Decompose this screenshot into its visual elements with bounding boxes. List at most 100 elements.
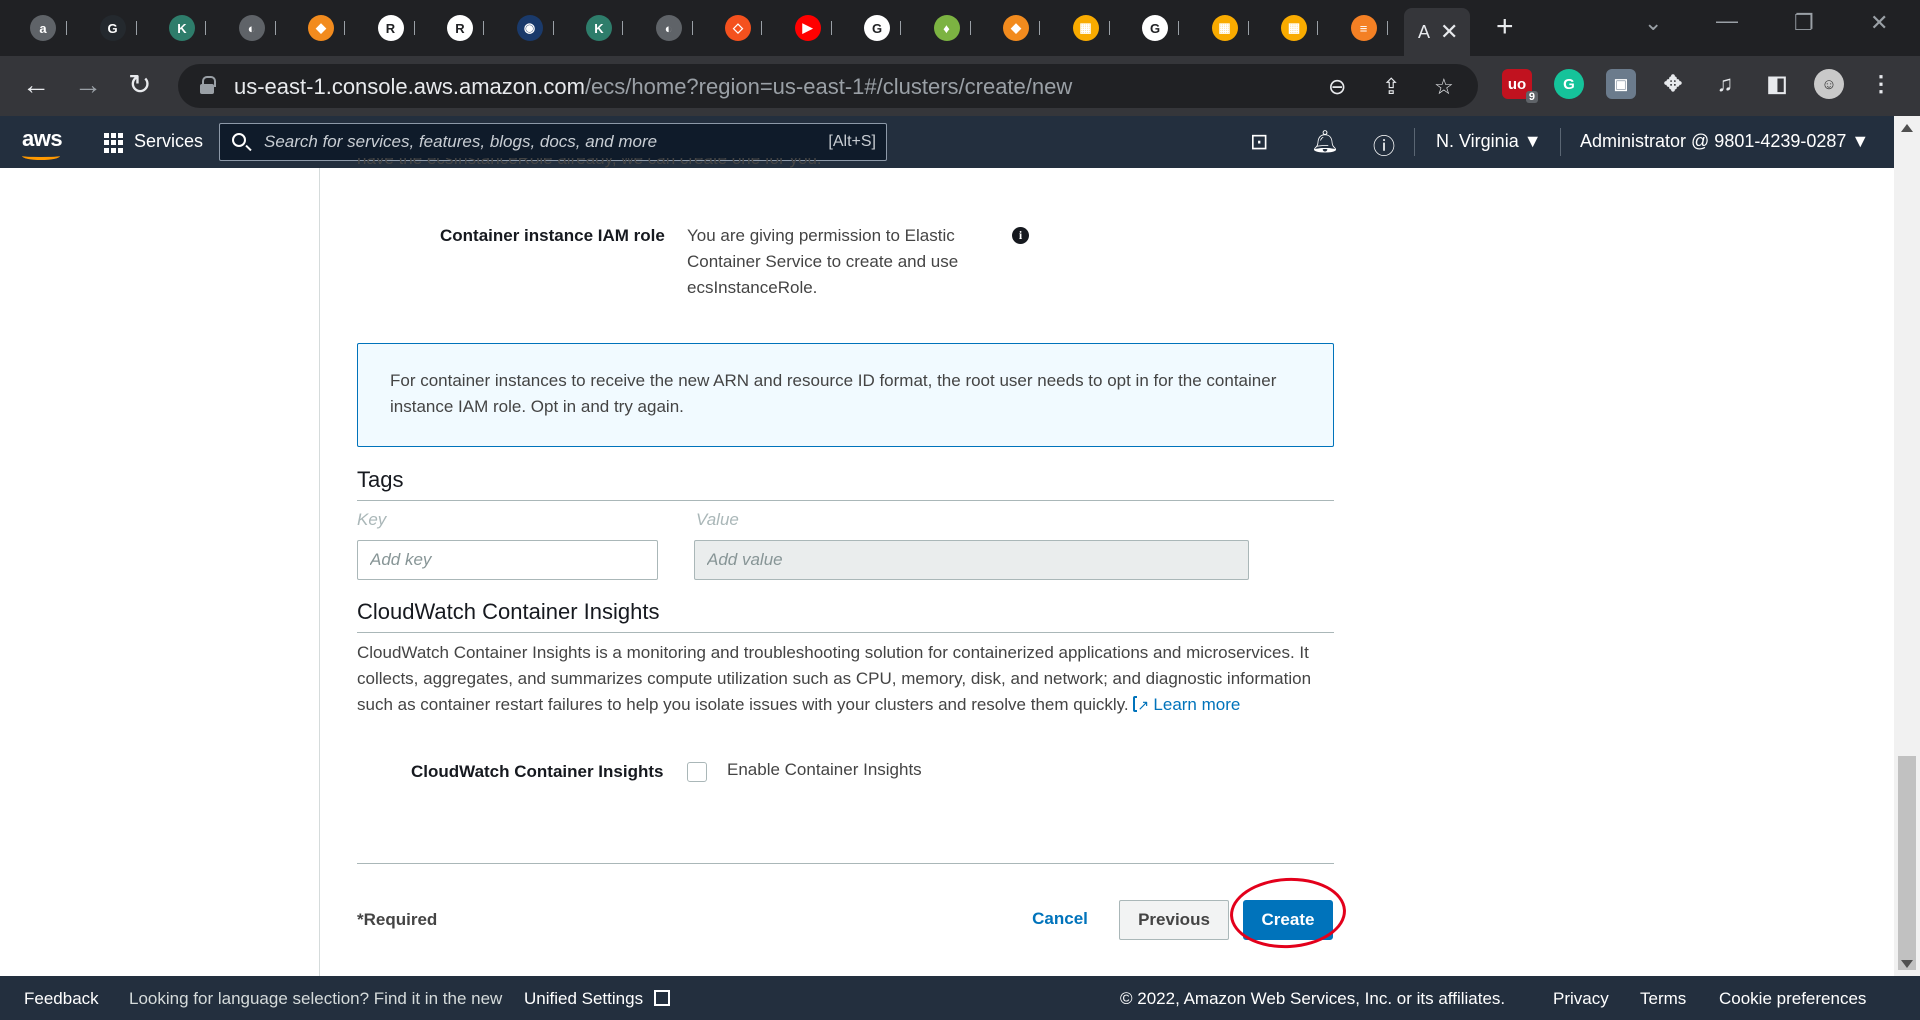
back-icon[interactable]: ← bbox=[22, 70, 50, 100]
new-tab-button[interactable]: + bbox=[1496, 10, 1514, 44]
browser-tab[interactable]: ▶ bbox=[781, 12, 847, 44]
close-tab-icon[interactable]: ✕ bbox=[1440, 19, 1458, 45]
search-input[interactable] bbox=[264, 130, 764, 154]
learn-more-link[interactable]: Learn more bbox=[1153, 695, 1240, 714]
tab-favicon-icon: G bbox=[864, 15, 890, 41]
tab-favicon-icon: R bbox=[447, 15, 473, 41]
browser-tab[interactable]: G bbox=[86, 12, 152, 44]
services-menu[interactable]: Services bbox=[134, 131, 203, 152]
grammarly-icon[interactable]: G bbox=[1554, 69, 1584, 99]
tag-key-label: Key bbox=[357, 510, 387, 529]
reload-icon[interactable]: ↻ bbox=[128, 70, 151, 100]
share-icon[interactable]: ⇪ bbox=[1382, 74, 1400, 100]
profile-avatar[interactable]: ☺ bbox=[1814, 69, 1844, 99]
browser-tab[interactable]: ◇ bbox=[711, 12, 777, 44]
tab-favicon-icon: R bbox=[377, 15, 404, 41]
extension-icon[interactable]: ▣ bbox=[1606, 69, 1636, 99]
zoom-icon[interactable]: ⊖ bbox=[1328, 74, 1346, 100]
active-tab[interactable]: A ✕ bbox=[1404, 8, 1470, 56]
scroll-up-icon[interactable] bbox=[1901, 124, 1913, 132]
puzzle-icon[interactable]: ✥ bbox=[1658, 69, 1688, 99]
external-link-icon bbox=[1133, 692, 1150, 718]
browser-toolbar: ← → ↻ us-east-1.console.aws.amazon.com/e… bbox=[0, 56, 1920, 116]
insights-field-label: CloudWatch Container Insights bbox=[411, 762, 664, 781]
cancel-button[interactable]: Cancel bbox=[1020, 900, 1100, 938]
insights-divider bbox=[357, 632, 1334, 633]
browser-tab[interactable]: ◐ bbox=[225, 12, 291, 44]
help-icon[interactable]: ⓘ bbox=[1373, 129, 1395, 161]
enable-insights-label[interactable]: Enable Container Insights bbox=[727, 757, 922, 783]
minimize-icon[interactable]: — bbox=[1716, 8, 1738, 34]
lock-icon[interactable] bbox=[200, 76, 216, 94]
browser-tab[interactable]: R bbox=[364, 12, 430, 44]
scroll-down-icon[interactable] bbox=[1901, 960, 1913, 968]
browser-tab[interactable]: G bbox=[1128, 12, 1194, 44]
tab-search-icon[interactable]: ⌄ bbox=[1644, 10, 1662, 36]
browser-tab[interactable]: ▦ bbox=[1198, 12, 1264, 44]
insights-description: CloudWatch Container Insights is a monit… bbox=[357, 640, 1337, 718]
aws-logo[interactable]: aws bbox=[22, 126, 63, 160]
cloudshell-icon[interactable]: ⊡ bbox=[1250, 129, 1268, 155]
media-control-icon[interactable]: ♫ bbox=[1710, 69, 1740, 99]
tab-favicon-icon: ◆ bbox=[1003, 15, 1029, 41]
services-grid-icon[interactable] bbox=[104, 133, 124, 153]
forward-icon[interactable]: → bbox=[74, 70, 102, 100]
privacy-link[interactable]: Privacy bbox=[1553, 989, 1609, 1009]
browser-tab[interactable]: ◆ bbox=[989, 12, 1055, 44]
enable-insights-checkbox[interactable] bbox=[687, 762, 707, 782]
tab-favicon-icon: ◇ bbox=[725, 15, 751, 41]
browser-tab[interactable]: a bbox=[16, 12, 82, 44]
info-icon[interactable]: i bbox=[1012, 227, 1029, 244]
form-footer-divider bbox=[357, 863, 1334, 864]
browser-tab[interactable]: G bbox=[850, 12, 916, 44]
create-button[interactable]: Create bbox=[1243, 900, 1333, 940]
unified-settings-link[interactable]: Unified Settings bbox=[524, 989, 643, 1009]
tab-favicon-icon: ≡ bbox=[1350, 15, 1377, 41]
side-panel-icon[interactable]: ◧ bbox=[1762, 69, 1792, 99]
browser-tab[interactable]: R bbox=[433, 12, 499, 44]
tag-key-input[interactable] bbox=[357, 540, 658, 580]
browser-tab-strip: a G K ◐ ◆ R R ◉ K ◐ ◇ ▶ G ♦ ◆ ▦ G ▦ ▦ ≡ A ✕ + ⌄ — ❐ ✕ bbox=[0, 0, 1920, 56]
menu-icon[interactable]: ⋮ bbox=[1866, 69, 1896, 99]
search-icon bbox=[232, 133, 246, 147]
ublock-icon[interactable]: uo 9 bbox=[1502, 69, 1538, 103]
restore-icon[interactable]: ❐ bbox=[1794, 10, 1814, 36]
bookmark-star-icon[interactable]: ☆ bbox=[1434, 74, 1454, 100]
browser-tab[interactable]: ◆ bbox=[294, 12, 360, 44]
tags-divider bbox=[357, 500, 1334, 501]
tab-favicon-icon: ▦ bbox=[1281, 15, 1307, 41]
tab-favicon-icon: ◉ bbox=[516, 15, 543, 41]
browser-tab[interactable]: ≡ bbox=[1337, 12, 1403, 44]
account-menu[interactable]: Administrator @ 9801-4239-0287 ▼ bbox=[1580, 131, 1869, 152]
aws-console-header: aws Services [Alt+S] ⊡ 🔔︎ ⓘ N. Virginia … bbox=[0, 116, 1920, 168]
browser-tab[interactable]: ◉ bbox=[503, 12, 569, 44]
tab-favicon-icon: K bbox=[586, 15, 612, 41]
tab-favicon-icon: G bbox=[1142, 15, 1168, 41]
scroll-thumb[interactable] bbox=[1898, 756, 1916, 970]
insights-section-title: CloudWatch Container Insights bbox=[357, 599, 660, 624]
close-window-icon[interactable]: ✕ bbox=[1870, 10, 1888, 36]
tab-favicon-icon: ◆ bbox=[308, 15, 334, 41]
feedback-link[interactable]: Feedback bbox=[24, 989, 99, 1009]
console-search[interactable]: [Alt+S] bbox=[219, 123, 887, 161]
tag-value-input[interactable] bbox=[694, 540, 1249, 580]
tab-favicon-icon: ▦ bbox=[1072, 15, 1099, 41]
browser-tab[interactable]: ▦ bbox=[1267, 12, 1333, 44]
browser-tab[interactable]: ▦ bbox=[1059, 12, 1125, 44]
tab-favicon-icon: ▶ bbox=[794, 15, 821, 41]
browser-tab[interactable]: ♦ bbox=[920, 12, 986, 44]
region-selector[interactable]: N. Virginia ▼ bbox=[1436, 131, 1542, 152]
cookie-preferences-link[interactable]: Cookie preferences bbox=[1719, 989, 1866, 1009]
browser-tab[interactable]: ◐ bbox=[642, 12, 708, 44]
tab-favicon-icon: ◐ bbox=[238, 15, 265, 41]
iam-role-label: Container instance IAM role bbox=[440, 226, 665, 245]
browser-tab[interactable]: K bbox=[155, 12, 221, 44]
previous-button[interactable]: Previous bbox=[1119, 900, 1229, 940]
external-link-icon bbox=[654, 990, 670, 1006]
page-scrollbar[interactable] bbox=[1894, 116, 1920, 976]
terms-link[interactable]: Terms bbox=[1640, 989, 1686, 1009]
notifications-bell-icon[interactable]: 🔔︎ bbox=[1311, 129, 1339, 155]
browser-tab[interactable]: K bbox=[572, 12, 638, 44]
address-bar[interactable]: us-east-1.console.aws.amazon.com/ecs/hom… bbox=[178, 64, 1478, 108]
url-text[interactable]: us-east-1.console.aws.amazon.com/ecs/hom… bbox=[234, 74, 1072, 100]
